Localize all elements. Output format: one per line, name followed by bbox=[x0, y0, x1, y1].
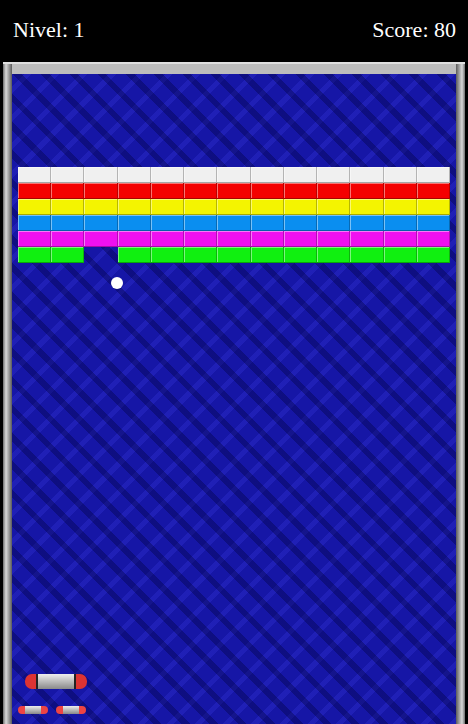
life-icon bbox=[56, 706, 86, 714]
brick bbox=[84, 247, 117, 263]
brick bbox=[217, 183, 250, 199]
brick bbox=[317, 247, 350, 263]
brick bbox=[184, 231, 217, 247]
game-frame bbox=[3, 62, 465, 724]
brick bbox=[350, 215, 383, 231]
brick bbox=[284, 247, 317, 263]
paddle[interactable] bbox=[25, 674, 87, 689]
brick bbox=[151, 183, 184, 199]
brick bbox=[84, 199, 117, 215]
brick bbox=[317, 231, 350, 247]
brick bbox=[317, 183, 350, 199]
brick bbox=[251, 167, 284, 183]
brick bbox=[284, 231, 317, 247]
brick bbox=[151, 199, 184, 215]
lives bbox=[18, 706, 86, 714]
brick bbox=[417, 247, 450, 263]
playfield[interactable] bbox=[12, 74, 456, 724]
brick bbox=[284, 215, 317, 231]
brick bbox=[217, 231, 250, 247]
brick bbox=[217, 199, 250, 215]
brick bbox=[51, 199, 84, 215]
brick bbox=[184, 247, 217, 263]
brick bbox=[118, 183, 151, 199]
brick bbox=[51, 183, 84, 199]
brick bbox=[384, 167, 417, 183]
brick bbox=[151, 215, 184, 231]
level-label: Nivel: 1 bbox=[13, 13, 85, 46]
brick bbox=[51, 247, 84, 263]
life-icon bbox=[18, 706, 48, 714]
brick bbox=[384, 183, 417, 199]
brick bbox=[417, 167, 450, 183]
brick bbox=[151, 247, 184, 263]
brick bbox=[151, 231, 184, 247]
brick bbox=[417, 231, 450, 247]
brick bbox=[51, 167, 84, 183]
brick bbox=[18, 199, 51, 215]
brick bbox=[350, 247, 383, 263]
brick bbox=[151, 167, 184, 183]
brick bbox=[51, 231, 84, 247]
brick bbox=[217, 215, 250, 231]
brick bbox=[84, 167, 117, 183]
brick bbox=[184, 167, 217, 183]
brick bbox=[384, 231, 417, 247]
brick bbox=[350, 199, 383, 215]
brick bbox=[184, 215, 217, 231]
brick bbox=[18, 247, 51, 263]
brick bbox=[217, 247, 250, 263]
brick bbox=[18, 167, 51, 183]
brick bbox=[18, 183, 51, 199]
brick bbox=[184, 183, 217, 199]
brick bbox=[350, 183, 383, 199]
brick bbox=[417, 215, 450, 231]
brick bbox=[317, 167, 350, 183]
brick bbox=[251, 247, 284, 263]
brick bbox=[384, 199, 417, 215]
brick bbox=[184, 199, 217, 215]
brick-wall bbox=[12, 167, 456, 263]
brick bbox=[284, 199, 317, 215]
brick bbox=[18, 231, 51, 247]
brick bbox=[84, 183, 117, 199]
brick bbox=[251, 231, 284, 247]
brick bbox=[84, 231, 117, 247]
brick bbox=[284, 183, 317, 199]
ball bbox=[111, 277, 123, 289]
brick bbox=[118, 247, 151, 263]
brick bbox=[18, 215, 51, 231]
brick bbox=[251, 199, 284, 215]
brick bbox=[84, 215, 117, 231]
brick bbox=[317, 199, 350, 215]
brick bbox=[118, 199, 151, 215]
brick bbox=[51, 215, 84, 231]
score-label: Score: 80 bbox=[372, 13, 456, 46]
brick bbox=[384, 215, 417, 231]
hud: Nivel: 1 Score: 80 bbox=[0, 0, 468, 58]
brick bbox=[251, 215, 284, 231]
brick bbox=[118, 167, 151, 183]
brick bbox=[118, 215, 151, 231]
brick bbox=[284, 167, 317, 183]
brick bbox=[417, 183, 450, 199]
brick bbox=[118, 231, 151, 247]
brick bbox=[217, 167, 250, 183]
brick bbox=[317, 215, 350, 231]
brick bbox=[350, 231, 383, 247]
brick bbox=[350, 167, 383, 183]
brick bbox=[384, 247, 417, 263]
brick bbox=[417, 199, 450, 215]
brick bbox=[251, 183, 284, 199]
